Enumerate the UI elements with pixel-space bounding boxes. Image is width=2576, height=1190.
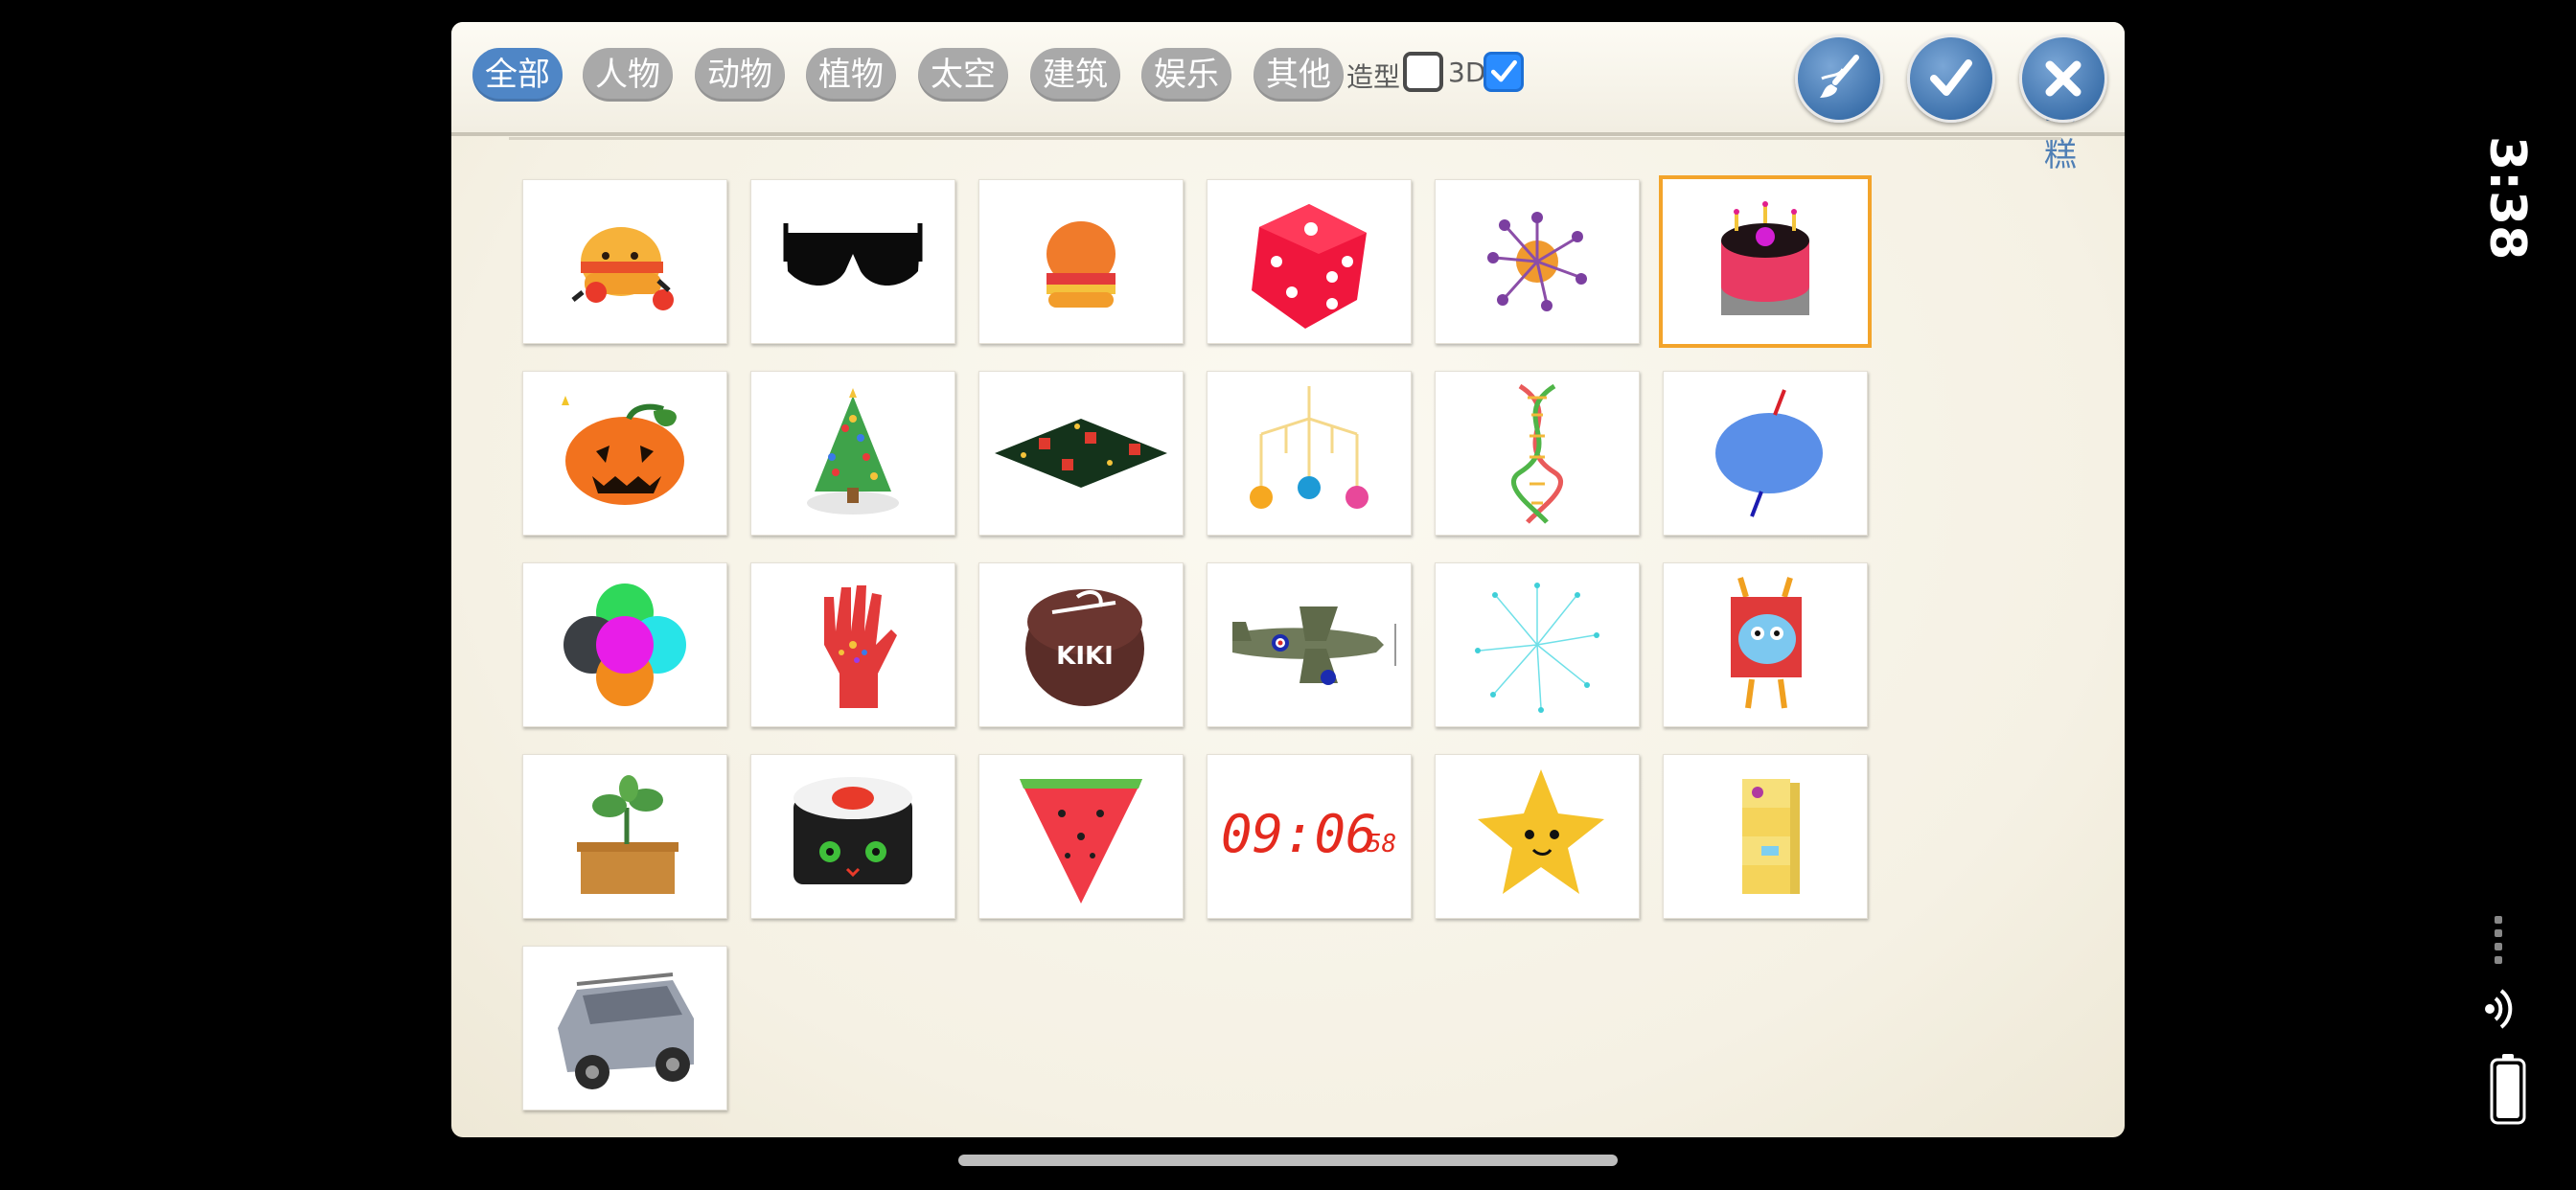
kiki-cake-icon: KIKI — [1025, 589, 1144, 706]
item-christmas-garden[interactable] — [978, 371, 1184, 536]
item-virus[interactable] — [1435, 179, 1640, 344]
christmas-garden-icon — [995, 419, 1167, 488]
jeep-icon — [558, 973, 694, 1089]
item-watermelon-slice[interactable] — [978, 754, 1184, 919]
paint-button[interactable] — [1795, 34, 1883, 123]
star-face-icon — [1478, 769, 1604, 894]
item-star-face[interactable] — [1435, 754, 1640, 919]
category-other[interactable]: 其他 — [1254, 48, 1344, 102]
birthday-cake-icon — [1721, 201, 1809, 315]
sushi-cat-icon — [794, 777, 912, 884]
sunglasses-icon — [783, 223, 923, 286]
clock-hhmm: 09:06 — [1221, 804, 1377, 864]
costume-library-dialog: 全部 人物 动物 植物 太空 建筑 娱乐 其他 造型 3D 蛋糕 — [451, 22, 2125, 1137]
color-circles-icon — [564, 584, 686, 706]
item-sushi-cat[interactable] — [750, 754, 955, 919]
item-spitfire-plane[interactable] — [1207, 562, 1412, 727]
checkmark-icon — [1930, 59, 1972, 96]
status-time: 3:38 — [2478, 136, 2536, 261]
item-robot-hand[interactable] — [750, 562, 955, 727]
item-sunglasses[interactable] — [750, 179, 955, 344]
confirm-button[interactable] — [1907, 34, 1995, 123]
shape-checkbox[interactable] — [1403, 52, 1443, 92]
category-entertainment[interactable]: 娱乐 — [1141, 48, 1231, 102]
item-burger[interactable] — [978, 179, 1184, 344]
item-digital-clock[interactable]: 09:06 58 — [1207, 754, 1412, 919]
item-jeep[interactable] — [522, 946, 727, 1110]
fireworks-icon — [1475, 583, 1599, 713]
category-all[interactable]: 全部 — [472, 48, 563, 102]
spitfire-plane-icon — [1232, 606, 1396, 685]
category-toolbar: 全部 人物 动物 植物 太空 建筑 娱乐 其他 造型 3D 蛋糕 — [451, 22, 2125, 174]
item-square-monster[interactable] — [1663, 562, 1868, 727]
wifi-icon — [2485, 989, 2513, 1029]
item-dice[interactable] — [1207, 179, 1412, 344]
category-plants[interactable]: 植物 — [806, 48, 896, 102]
battery-icon — [2490, 1054, 2526, 1125]
square-monster-icon — [1731, 577, 1802, 709]
dice-icon — [1252, 204, 1367, 329]
item-block-tower[interactable] — [1663, 754, 1868, 919]
category-buildings[interactable]: 建筑 — [1030, 48, 1120, 102]
digital-clock-icon: 09:06 58 — [1221, 804, 1396, 864]
category-space[interactable]: 太空 — [918, 48, 1008, 102]
robot-hand-icon — [824, 585, 897, 708]
close-button[interactable] — [2019, 34, 2107, 123]
potted-sprout-icon — [577, 775, 678, 894]
watermelon-slice-icon — [1020, 779, 1142, 904]
kiki-cake-text: KIKI — [1056, 642, 1114, 671]
item-birthday-cake[interactable] — [1663, 179, 1868, 344]
category-people[interactable]: 人物 — [583, 48, 673, 102]
close-x-icon — [2045, 60, 2082, 97]
jack-o-lantern-icon — [562, 396, 684, 505]
item-burger-character[interactable] — [522, 179, 727, 344]
item-hanging-mobile[interactable] — [1207, 371, 1412, 536]
clock-seconds: 58 — [1367, 830, 1396, 858]
christmas-tree-icon — [807, 388, 899, 515]
signal-icon — [2495, 916, 2502, 964]
planet-globe-icon — [1715, 389, 1823, 517]
item-christmas-tree[interactable] — [750, 371, 955, 536]
item-potted-sprout[interactable] — [522, 754, 727, 919]
shape-toggle-label: 造型 — [1346, 61, 1401, 93]
burger-character-icon — [571, 227, 674, 310]
item-color-circles[interactable] — [522, 562, 727, 727]
threed-toggle-label: 3D — [1448, 57, 1486, 88]
item-jack-o-lantern[interactable] — [522, 371, 727, 536]
block-tower-icon — [1742, 779, 1800, 894]
category-animals[interactable]: 动物 — [695, 48, 785, 102]
check-icon — [1490, 59, 1517, 82]
item-planet-globe[interactable] — [1663, 371, 1868, 536]
paint-brush-icon — [1820, 55, 1859, 98]
virus-icon — [1487, 212, 1587, 311]
burger-icon — [1046, 221, 1116, 308]
dna-helix-icon — [1511, 383, 1563, 524]
header-divider — [509, 137, 2061, 140]
threed-checkbox[interactable] — [1484, 52, 1524, 92]
item-fireworks[interactable] — [1435, 562, 1640, 727]
home-indicator[interactable] — [958, 1155, 1618, 1166]
item-kiki-cake[interactable]: KIKI — [978, 562, 1184, 727]
item-dna-helix[interactable] — [1435, 371, 1640, 536]
hanging-mobile-icon — [1250, 386, 1368, 509]
